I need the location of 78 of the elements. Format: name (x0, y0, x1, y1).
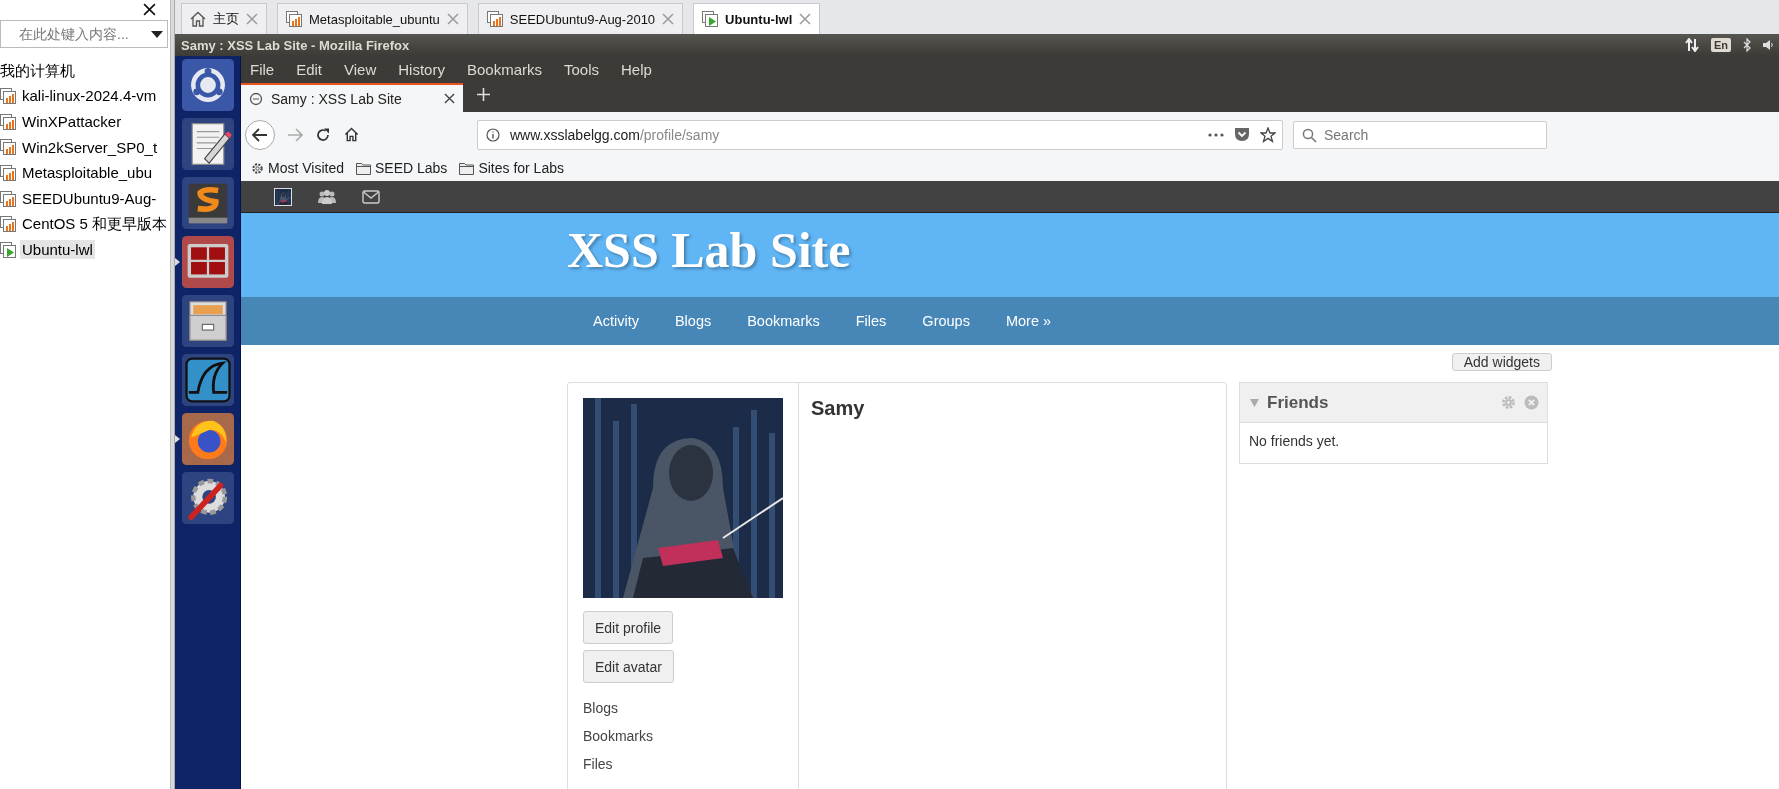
home-icon (190, 11, 206, 27)
notepad-icon[interactable] (181, 118, 234, 170)
add-widgets-button[interactable]: Add widgets (1451, 353, 1552, 371)
info-icon[interactable] (486, 127, 500, 142)
shield-icon[interactable] (1234, 127, 1250, 142)
dash-icon[interactable] (181, 59, 234, 111)
reload-icon[interactable] (316, 127, 330, 142)
tab[interactable]: Metasploitable_ubuntu (277, 3, 468, 34)
keyboard-indicator[interactable]: En (1710, 38, 1731, 52)
tree-item[interactable]: Metasploitable_ubu (20, 163, 155, 183)
tab[interactable]: Ubuntu-lwl (693, 3, 821, 34)
search-icon (1302, 127, 1317, 143)
avatar-thumbnail[interactable] (274, 187, 292, 206)
tree-item[interactable]: WinXPattacker (20, 112, 124, 132)
dropdown-icon[interactable] (151, 30, 163, 38)
widget-title: Friends (1267, 392, 1330, 413)
wrench-gear-icon[interactable] (181, 472, 234, 524)
nav-link[interactable]: Activity (575, 313, 657, 329)
star-icon[interactable] (1260, 126, 1276, 143)
tab[interactable]: SEEDUbuntu9-Aug-2010 (477, 3, 684, 34)
vm-icon (286, 11, 302, 27)
profile-link[interactable]: Bookmarks (583, 728, 654, 744)
nav-link[interactable]: More » (987, 313, 1070, 329)
box-icon[interactable] (181, 177, 234, 229)
speaker-icon[interactable] (1763, 39, 1773, 51)
bookmark[interactable]: Sites for Labs (459, 160, 564, 176)
new-tab-icon[interactable] (477, 88, 490, 101)
home-icon[interactable] (343, 127, 359, 142)
edit-button[interactable]: Edit avatar (583, 650, 674, 683)
tab[interactable]: 主页 (181, 3, 267, 34)
back-button[interactable] (245, 119, 275, 150)
edit-button[interactable]: Edit profile (583, 611, 674, 644)
menu-item[interactable]: Tools (558, 61, 605, 78)
monitor-icon[interactable] (181, 236, 234, 288)
gear-icon (251, 161, 264, 175)
back-arrow-icon[interactable] (252, 127, 268, 142)
profile-link[interactable]: Files (583, 756, 654, 772)
menu-item[interactable]: File (244, 61, 281, 78)
close-icon[interactable] (143, 2, 156, 16)
folder-icon (459, 161, 475, 175)
vm-icon (486, 11, 503, 27)
widget-text: No friends yet. (1248, 432, 1341, 451)
tree-item[interactable]: SEEDUbuntu9-Aug- (20, 189, 159, 209)
vm-running-icon (702, 11, 719, 27)
menu-item[interactable]: Bookmarks (460, 61, 548, 78)
search-field[interactable]: 在此处键入内容... (0, 20, 168, 48)
bluetooth-icon[interactable] (1743, 38, 1751, 52)
tree-item[interactable]: kali-linux-2024.4-vm (20, 86, 159, 106)
profile-name: Samy (810, 396, 865, 420)
nav-link[interactable]: Files (837, 313, 905, 329)
file-cabinet-icon[interactable] (181, 295, 234, 347)
profile-link[interactable]: Blogs (583, 700, 654, 716)
tree-item[interactable]: 我的计算机 (0, 62, 75, 79)
folder-icon (356, 161, 371, 175)
menu-item[interactable]: Help (615, 61, 658, 78)
close-icon[interactable] (444, 93, 455, 104)
address-bar[interactable]: www.xsslabelgg.com/profile/samy (477, 119, 1283, 150)
nav-link[interactable]: Bookmarks (729, 313, 838, 329)
mail-icon[interactable] (362, 189, 380, 204)
bookmark[interactable]: SEED Labs (356, 160, 448, 176)
more-icon[interactable] (1208, 132, 1224, 137)
network-arrows-icon[interactable] (1684, 38, 1699, 52)
browser-tab[interactable]: Samy : XSS Lab Site (241, 83, 463, 112)
nav-link[interactable]: Groups (904, 313, 988, 329)
tree-item[interactable]: Ubuntu-lwl (20, 240, 95, 260)
search-field[interactable]: Search (1293, 120, 1547, 149)
shark-fin-icon[interactable] (181, 354, 234, 406)
nav-link[interactable]: Blogs (656, 313, 730, 329)
menu-item[interactable]: Edit (290, 61, 329, 78)
window-title: Samy : XSS Lab Site - Mozilla Firefox (181, 37, 411, 53)
menu-item[interactable]: View (338, 61, 383, 78)
globe-icon (249, 91, 263, 106)
users-icon[interactable] (317, 188, 337, 205)
tree-item[interactable]: Win2kServer_SP0_t (20, 137, 160, 157)
tree-item[interactable]: CentOS 5 和更早版本 (20, 213, 170, 235)
fox-globe-icon[interactable] (181, 413, 234, 465)
menu-item[interactable]: History (392, 61, 451, 78)
bookmark[interactable]: Most Visited (251, 160, 344, 176)
